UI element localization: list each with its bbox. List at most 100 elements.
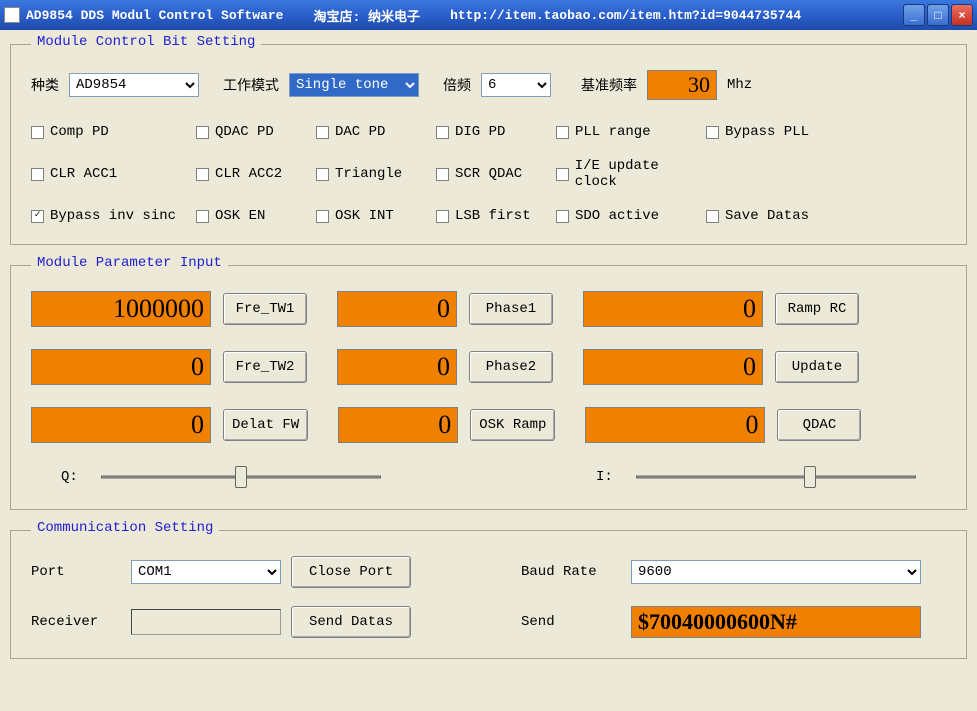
checkbox-box-icon[interactable] (31, 210, 44, 223)
checkbox-sdo-active[interactable]: SDO active (556, 208, 706, 224)
checkbox-box-icon[interactable] (556, 168, 569, 181)
checkbox-box-icon[interactable] (196, 168, 209, 181)
param-field-phase2[interactable]: 0 (337, 349, 457, 385)
checkbox-label: SDO active (575, 208, 659, 224)
checkbox-scr-qdac[interactable]: SCR QDAC (436, 158, 556, 190)
update-button[interactable]: Update (775, 351, 859, 383)
port-select[interactable]: COM1 (131, 560, 281, 584)
param-field-phase1[interactable]: 0 (337, 291, 457, 327)
param-field-update[interactable]: 0 (583, 349, 763, 385)
group1-legend: Module Control Bit Setting (31, 34, 261, 50)
checkbox-label: CLR ACC1 (50, 166, 117, 182)
checkbox-label: DAC PD (335, 124, 385, 140)
group3-legend: Communication Setting (31, 520, 219, 536)
window-titlebar: AD9854 DDS Modul Control Software 淘宝店: 纳… (0, 0, 977, 30)
checkbox-box-icon[interactable] (436, 168, 449, 181)
param-field-ramp-rc[interactable]: 0 (583, 291, 763, 327)
checkbox-i-e-update-clock[interactable]: I/E update clock (556, 158, 706, 190)
checkbox-lsb-first[interactable]: LSB first (436, 208, 556, 224)
checkbox-pll-range[interactable]: PLL range (556, 124, 706, 140)
checkbox-box-icon[interactable] (31, 168, 44, 181)
i-label: I: (596, 469, 626, 485)
param-field-fre-tw2[interactable]: 0 (31, 349, 211, 385)
maximize-button[interactable]: □ (927, 4, 949, 26)
checkbox-bypass-pll[interactable]: Bypass PLL (706, 124, 856, 140)
delat-fw-button[interactable]: Delat FW (223, 409, 308, 441)
checkbox-label: I/E update clock (575, 158, 706, 190)
param-field-osk-ramp[interactable]: 0 (338, 407, 458, 443)
i-slider[interactable] (636, 465, 916, 489)
receiver-label: Receiver (31, 614, 121, 630)
checkbox-box-icon[interactable] (706, 126, 719, 139)
refclk-label: 基准频率 (581, 75, 637, 95)
fre-tw1-button[interactable]: Fre_TW1 (223, 293, 307, 325)
checkbox-clr-acc1[interactable]: CLR ACC1 (31, 158, 196, 190)
checkbox-qdac-pd[interactable]: QDAC PD (196, 124, 316, 140)
checkbox-box-icon[interactable] (316, 126, 329, 139)
checkbox-box-icon[interactable] (196, 210, 209, 223)
checkbox-comp-pd[interactable]: Comp PD (31, 124, 196, 140)
checkbox-label: Bypass inv sinc (50, 208, 176, 224)
checkbox-clr-acc2[interactable]: CLR ACC2 (196, 158, 316, 190)
q-label: Q: (61, 469, 91, 485)
checkbox-box-icon[interactable] (436, 126, 449, 139)
phase1-button[interactable]: Phase1 (469, 293, 553, 325)
close-button[interactable]: × (951, 4, 973, 26)
send-label: Send (521, 614, 621, 630)
shop-url: http://item.taobao.com/item.htm?id=90447… (450, 8, 801, 23)
checkbox-box-icon[interactable] (556, 126, 569, 139)
minimize-button[interactable]: _ (903, 4, 925, 26)
app-icon (4, 7, 20, 23)
module-parameter-input-group: Module Parameter Input 1000000 Fre_TW1 0 Ph… (10, 257, 967, 510)
send-datas-button[interactable]: Send Datas (291, 606, 411, 638)
checkbox-osk-en[interactable]: OSK EN (196, 208, 316, 224)
checkbox-dig-pd[interactable]: DIG PD (436, 124, 556, 140)
refclk-field[interactable]: 30 (647, 70, 717, 100)
type-select[interactable]: AD9854 (69, 73, 199, 97)
param-field-qdac[interactable]: 0 (585, 407, 765, 443)
checkbox-dac-pd[interactable]: DAC PD (316, 124, 436, 140)
send-field[interactable]: $70040000600N# (631, 606, 921, 638)
checkbox-label: Comp PD (50, 124, 109, 140)
checkbox-label: DIG PD (455, 124, 505, 140)
checkbox-box-icon[interactable] (436, 210, 449, 223)
receiver-field (131, 609, 281, 635)
checkbox-label: OSK INT (335, 208, 394, 224)
close-port-button[interactable]: Close Port (291, 556, 411, 588)
checkbox-label: LSB first (455, 208, 531, 224)
baud-label: Baud Rate (521, 564, 621, 580)
checkbox-box-icon[interactable] (316, 168, 329, 181)
checkbox-box-icon[interactable] (706, 210, 719, 223)
checkbox-box-icon[interactable] (556, 210, 569, 223)
checkbox-box-icon[interactable] (316, 210, 329, 223)
checkbox-osk-int[interactable]: OSK INT (316, 208, 436, 224)
phase2-button[interactable]: Phase2 (469, 351, 553, 383)
checkbox-label: Triangle (335, 166, 402, 182)
communication-setting-group: Communication Setting Port COM1 Close Po… (10, 522, 967, 659)
type-label: 种类 (31, 75, 59, 95)
fre-tw2-button[interactable]: Fre_TW2 (223, 351, 307, 383)
checkbox-box-icon[interactable] (31, 126, 44, 139)
checkbox-label: QDAC PD (215, 124, 274, 140)
osk-ramp-button[interactable]: OSK Ramp (470, 409, 555, 441)
param-field-fre-tw1[interactable]: 1000000 (31, 291, 211, 327)
q-slider[interactable] (101, 465, 381, 489)
mode-select[interactable]: Single tone (289, 73, 419, 97)
mode-label: 工作模式 (223, 75, 279, 95)
checkbox-save-datas[interactable]: Save Datas (706, 208, 856, 224)
checkbox-triangle[interactable]: Triangle (316, 158, 436, 190)
ramp-rc-button[interactable]: Ramp RC (775, 293, 859, 325)
port-label: Port (31, 564, 121, 580)
checkbox-label: CLR ACC2 (215, 166, 282, 182)
qdac-button[interactable]: QDAC (777, 409, 861, 441)
param-field-delat-fw[interactable]: 0 (31, 407, 211, 443)
group2-legend: Module Parameter Input (31, 255, 228, 271)
checkbox-label: SCR QDAC (455, 166, 522, 182)
baud-select[interactable]: 9600 (631, 560, 921, 584)
mult-label: 倍频 (443, 75, 471, 95)
checkbox-box-icon[interactable] (196, 126, 209, 139)
mult-select[interactable]: 6 (481, 73, 551, 97)
checkbox-label: OSK EN (215, 208, 265, 224)
checkbox-bypass-inv-sinc[interactable]: Bypass inv sinc (31, 208, 196, 224)
module-control-bit-setting-group: Module Control Bit Setting 种类 AD9854 工作模… (10, 36, 967, 245)
